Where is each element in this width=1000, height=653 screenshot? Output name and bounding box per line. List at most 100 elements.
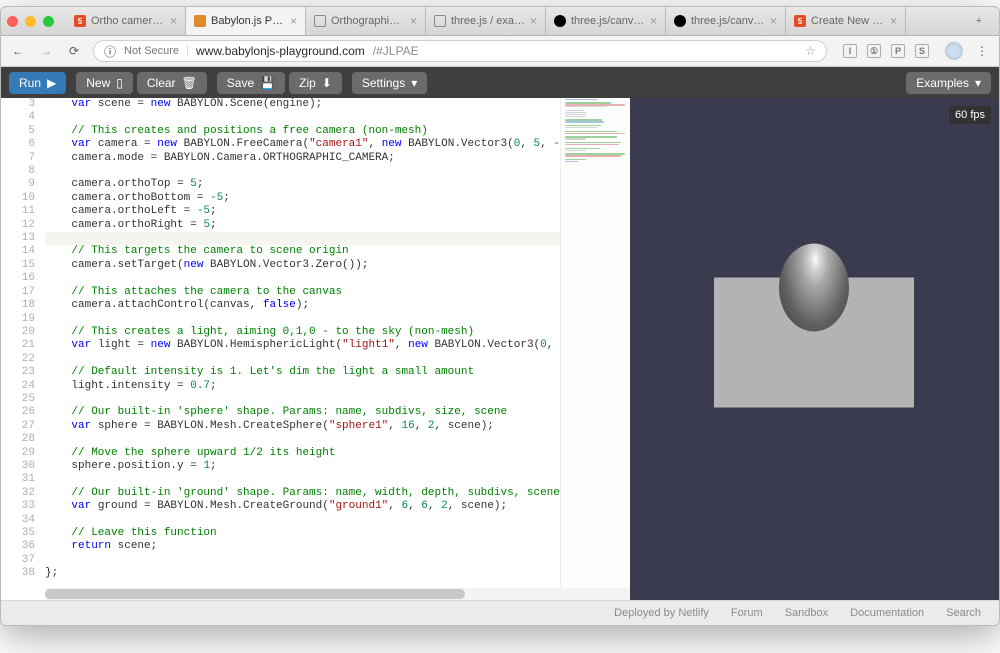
tab-label: Ortho camera - Que… [91,15,165,27]
code-line[interactable] [45,111,630,124]
code-line[interactable]: // Leave this function [45,527,630,540]
bookmark-star-icon[interactable]: ☆ [805,44,816,58]
footer-link[interactable]: Search [946,607,981,619]
zip-button[interactable]: Zip ⬇ [289,72,342,94]
code-line[interactable]: // Move the sphere upward 1/2 its height [45,447,630,460]
close-tab-icon[interactable]: × [530,14,537,28]
run-button[interactable]: Run ▶ [9,72,66,94]
code-area[interactable]: var scene = new BABYLON.Scene(engine); /… [45,98,630,588]
footer-link[interactable]: Forum [731,607,763,619]
code-line[interactable]: // Our built-in 'sphere' shape. Params: … [45,406,630,419]
tab-label: OrthographicCamer… [331,15,405,27]
render-canvas[interactable]: 60 fps [630,98,999,600]
zoom-window-icon[interactable] [43,16,54,27]
code-line[interactable] [45,554,630,567]
code-line[interactable]: var ground = BABYLON.Mesh.CreateGround("… [45,500,630,513]
extension-icon[interactable]: I [843,44,857,58]
code-line[interactable]: var light = new BABYLON.HemisphericLight… [45,339,630,352]
tab-label: Create New Topic - … [811,15,885,27]
code-editor[interactable]: 3456789101112131415161718192021222324252… [1,98,630,600]
tab-label: three.js / examples [451,15,525,27]
back-button[interactable]: ← [9,44,27,58]
code-line[interactable]: var scene = new BABYLON.Scene(engine); [45,98,630,111]
profile-avatar-icon[interactable] [945,42,963,60]
browser-tab[interactable]: three.js/canvas_cam… × [666,7,786,35]
horizontal-scrollbar[interactable] [45,588,630,600]
close-tab-icon[interactable]: × [410,14,417,28]
minimize-window-icon[interactable] [25,16,36,27]
new-button[interactable]: New ▯ [76,72,133,94]
footer-link[interactable]: Deployed by Netlify [614,607,709,619]
code-line[interactable]: camera.orthoBottom = -5; [45,192,630,205]
omnibox[interactable]: ⓘ Not Secure www.babylonjs-playground.co… [93,40,827,62]
browser-tab[interactable]: three.js/canvas_cam…× [546,7,666,35]
run-label: Run [19,76,41,90]
code-line[interactable]: sphere.position.y = 1; [45,460,630,473]
fps-counter: 60 fps [949,106,991,124]
url-host: www.babylonjs-playground.com [196,44,365,58]
menu-icon[interactable]: ⋮ [973,44,991,58]
tab-strip: 5Ortho camera - Que…×Babylon.js Playgrou… [1,7,999,36]
code-line[interactable] [45,433,630,446]
favicon-icon [314,15,326,27]
settings-button[interactable]: Settings ▾ [352,72,427,94]
browser-tab[interactable]: OrthographicCamer… × [306,7,426,35]
code-line[interactable]: light.intensity = 0.7; [45,380,630,393]
code-line[interactable]: // This targets the camera to scene orig… [45,245,630,258]
code-line[interactable]: // Our built-in 'ground' shape. Params: … [45,487,630,500]
extension-icon[interactable]: P [891,44,905,58]
code-line[interactable]: camera.attachControl(canvas, false); [45,299,630,312]
close-tab-icon[interactable]: × [890,14,897,28]
close-window-icon[interactable] [7,16,18,27]
code-line[interactable]: camera.mode = BABYLON.Camera.ORTHOGRAPHI… [45,152,630,165]
clear-button[interactable]: Clear 🗑 [137,72,207,94]
close-tab-icon[interactable]: × [770,14,777,28]
code-line[interactable]: var camera = new BABYLON.FreeCamera("cam… [45,138,630,151]
settings-label: Settings [362,76,405,90]
code-line[interactable]: // This creates a light, aiming 0,1,0 - … [45,326,630,339]
download-icon: ⬇ [322,76,332,90]
code-line[interactable] [45,473,630,486]
footer-link[interactable]: Documentation [850,607,924,619]
save-button[interactable]: Save 💾 [217,72,285,94]
browser-tab[interactable]: three.js / examples × [426,7,546,35]
security-info-icon[interactable]: ⓘ [104,43,116,60]
code-line[interactable]: // This creates and positions a free cam… [45,125,630,138]
scroll-thumb[interactable] [45,589,465,599]
close-tab-icon[interactable]: × [170,14,177,28]
examples-button[interactable]: Examples ▾ [906,72,991,94]
code-line[interactable] [45,514,630,527]
chevron-down-icon: ▾ [411,76,417,90]
code-line[interactable]: // This attaches the camera to the canva… [45,286,630,299]
forward-button[interactable]: → [37,44,55,58]
footer-link[interactable]: Sandbox [785,607,828,619]
code-line[interactable]: camera.orthoTop = 5; [45,178,630,191]
code-line[interactable] [45,232,630,245]
code-line[interactable]: camera.orthoRight = 5; [45,219,630,232]
browser-tab[interactable]: 5Create New Topic - …× [786,7,906,35]
tab-label: three.js/canvas_cam… [691,15,765,27]
code-line[interactable] [45,353,630,366]
code-line[interactable]: return scene; [45,540,630,553]
code-line[interactable] [45,165,630,178]
reload-button[interactable]: ⟳ [65,44,83,58]
close-tab-icon[interactable]: × [650,14,657,28]
extension-icon[interactable]: ① [867,44,881,58]
extension-icon[interactable]: S [915,44,929,58]
new-tab-button[interactable]: + [965,15,993,27]
code-line[interactable]: // Default intensity is 1. Let's dim the… [45,366,630,379]
browser-tab[interactable]: 5Ortho camera - Que…× [66,7,186,35]
close-tab-icon[interactable]: × [290,14,297,28]
browser-tab[interactable]: Babylon.js Playgrou…× [186,7,306,35]
code-line[interactable] [45,272,630,285]
code-line[interactable] [45,313,630,326]
code-line[interactable]: var sphere = BABYLON.Mesh.CreateSphere("… [45,420,630,433]
code-line[interactable]: camera.orthoLeft = -5; [45,205,630,218]
code-line[interactable]: }; [45,567,630,580]
minimap[interactable] [560,98,630,600]
url-path: /#JLPAE [373,44,419,58]
code-line[interactable] [45,393,630,406]
code-line[interactable]: camera.setTarget(new BABYLON.Vector3.Zer… [45,259,630,272]
examples-label: Examples [916,76,969,90]
chevron-down-icon: ▾ [975,76,981,90]
